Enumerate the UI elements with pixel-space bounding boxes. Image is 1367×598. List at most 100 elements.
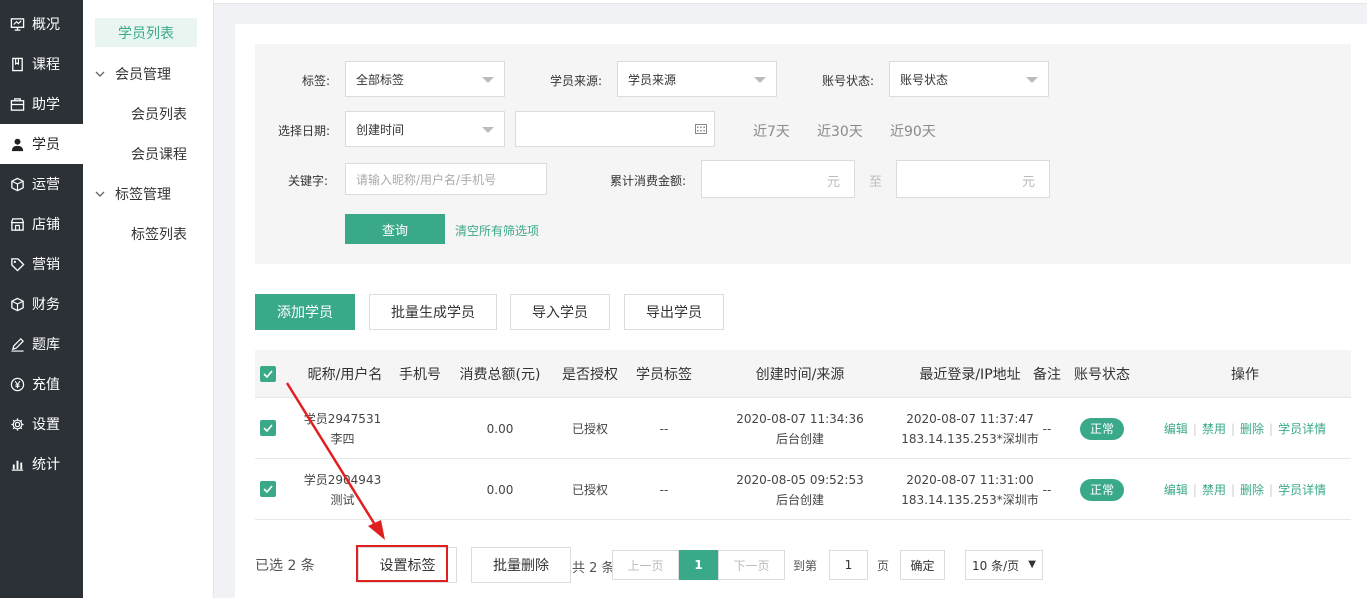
student-detail-link[interactable]: 学员详情	[1278, 480, 1326, 500]
top-strip	[214, 0, 1367, 4]
last-login-ip: 183.14.135.253*深圳市	[901, 492, 1039, 507]
page-unit-label: 页	[877, 559, 890, 573]
status-badge: 正常	[1080, 417, 1124, 440]
table-row: 学员2947531 李四 0.00 已授权 -- 2020-08-07 11:3…	[255, 398, 1351, 459]
selected-count: 已选 2 条	[255, 558, 315, 574]
store-icon	[9, 216, 25, 232]
student-detail-link[interactable]: 学员详情	[1278, 419, 1326, 439]
page-size-select[interactable]: 10 条/页 ▼	[965, 550, 1043, 580]
amount-min-input[interactable]: 元	[701, 160, 855, 198]
nav-item-settings[interactable]: 设置	[0, 404, 83, 444]
subnav-item-member-course[interactable]: 会员课程	[131, 144, 187, 164]
cell-status: 正常	[1070, 398, 1134, 459]
row-checkbox[interactable]	[260, 481, 276, 497]
yen-icon	[9, 376, 25, 392]
tag-select-value: 全部标签	[356, 72, 405, 87]
nav-item-label: 概况	[32, 17, 60, 33]
keyword-input[interactable]: 请输入昵称/用户名/手机号	[345, 163, 547, 195]
page-1-button[interactable]: 1	[679, 550, 718, 580]
tag-select[interactable]: 全部标签	[345, 61, 505, 97]
select-all-checkbox[interactable]	[260, 366, 276, 382]
edit-link[interactable]: 编辑	[1164, 419, 1188, 439]
keyword-label: 关键字:	[287, 174, 328, 188]
delete-link[interactable]: 删除	[1240, 419, 1264, 439]
import-students-button[interactable]: 导入学员	[510, 294, 610, 330]
subnav-item-student-list[interactable]: 学员列表	[95, 18, 197, 47]
delete-link[interactable]: 删除	[1240, 480, 1264, 500]
nav-item-label: 运营	[32, 177, 60, 193]
prev-page-button[interactable]: 上一页	[612, 550, 679, 580]
nav-item-store[interactable]: 店铺	[0, 204, 83, 244]
export-students-button[interactable]: 导出学员	[624, 294, 724, 330]
nav-item-study-assist[interactable]: 助学	[0, 84, 83, 124]
tag-icon	[9, 256, 25, 272]
last-login-time: 2020-08-07 11:31:00	[906, 472, 1034, 487]
subnav-group-member[interactable]: 会员管理	[95, 64, 171, 84]
subnav-group-tag[interactable]: 标签管理	[95, 184, 171, 204]
nav-item-label: 课程	[32, 57, 60, 73]
nav-item-marketing[interactable]: 营销	[0, 244, 83, 284]
amount-max-input[interactable]: 元	[896, 160, 1050, 198]
nav-item-student[interactable]: 学员	[0, 124, 83, 164]
add-student-button[interactable]: 添加学员	[255, 294, 355, 330]
caret-down-icon: ▼	[1028, 559, 1036, 570]
date-type-value: 创建时间	[356, 122, 405, 137]
nav-item-course[interactable]: 课程	[0, 44, 83, 84]
bar-chart-icon	[9, 456, 25, 472]
check-icon	[263, 424, 273, 432]
nav-item-operation[interactable]: 运营	[0, 164, 83, 204]
nav-item-finance[interactable]: 财务	[0, 284, 83, 324]
amount-to-label: 至	[869, 175, 883, 190]
nav-item-overview[interactable]: 概况	[0, 4, 83, 44]
nav-item-label: 设置	[32, 417, 60, 433]
nav-item-label: 统计	[32, 457, 60, 473]
status-select-value: 账号状态	[900, 72, 949, 87]
goto-page-input[interactable]: 1	[829, 550, 868, 580]
next-page-button[interactable]: 下一页	[718, 550, 785, 580]
quick-7-days[interactable]: 近7天	[753, 121, 790, 141]
goto-confirm-button[interactable]: 确定	[900, 550, 945, 580]
nav-item-label: 助学	[32, 97, 60, 113]
subnav-group-label: 会员管理	[115, 67, 171, 83]
source-select[interactable]: 学员来源	[617, 61, 777, 97]
nav-item-label: 充值	[32, 377, 60, 393]
created-time: 2020-08-05 09:52:53	[736, 472, 864, 487]
edit-link[interactable]: 编辑	[1164, 480, 1188, 500]
operation-icon	[9, 176, 25, 192]
quick-30-days[interactable]: 近30天	[817, 121, 863, 141]
nav-item-recharge[interactable]: 充值	[0, 364, 83, 404]
row-checkbox[interactable]	[260, 420, 276, 436]
batch-delete-button[interactable]: 批量删除	[471, 547, 571, 583]
col-remark: 备注	[1033, 367, 1061, 383]
finance-icon	[9, 296, 25, 312]
date-range-input[interactable]	[515, 111, 715, 147]
disable-link[interactable]: 禁用	[1202, 419, 1226, 439]
user-icon	[9, 136, 25, 152]
clear-filters-link[interactable]: 清空所有筛选项	[455, 222, 539, 239]
cell-tags: --	[659, 482, 669, 497]
page-size-value: 10 条/页	[972, 558, 1020, 573]
cell-created: 2020-08-07 11:34:36 后台创建	[705, 398, 895, 459]
pen-icon	[9, 336, 25, 352]
disable-link[interactable]: 禁用	[1202, 480, 1226, 500]
batch-create-button[interactable]: 批量生成学员	[369, 294, 497, 330]
nav-item-label: 财务	[32, 297, 60, 313]
status-select[interactable]: 账号状态	[889, 61, 1049, 97]
cell-created: 2020-08-05 09:52:53 后台创建	[705, 459, 895, 520]
cell-total: 0.00	[486, 421, 514, 436]
date-type-select[interactable]: 创建时间	[345, 111, 505, 147]
nav-item-statistics[interactable]: 统计	[0, 444, 83, 484]
query-button[interactable]: 查询	[345, 214, 445, 244]
subnav-item-member-list[interactable]: 会员列表	[131, 104, 187, 124]
col-total: 消费总额(元)	[459, 367, 541, 383]
caret-down-icon	[754, 77, 766, 83]
tag-filter-label: 标签:	[301, 74, 330, 88]
quick-90-days[interactable]: 近90天	[890, 121, 936, 141]
overview-icon	[9, 16, 25, 32]
subnav-item-tag-list[interactable]: 标签列表	[131, 224, 187, 244]
cell-remark: --	[1042, 482, 1052, 497]
cell-authorized: 已授权	[571, 421, 608, 436]
nav-item-question-bank[interactable]: 题库	[0, 324, 83, 364]
goto-label: 到第	[793, 559, 818, 573]
cell-phone	[395, 459, 445, 520]
